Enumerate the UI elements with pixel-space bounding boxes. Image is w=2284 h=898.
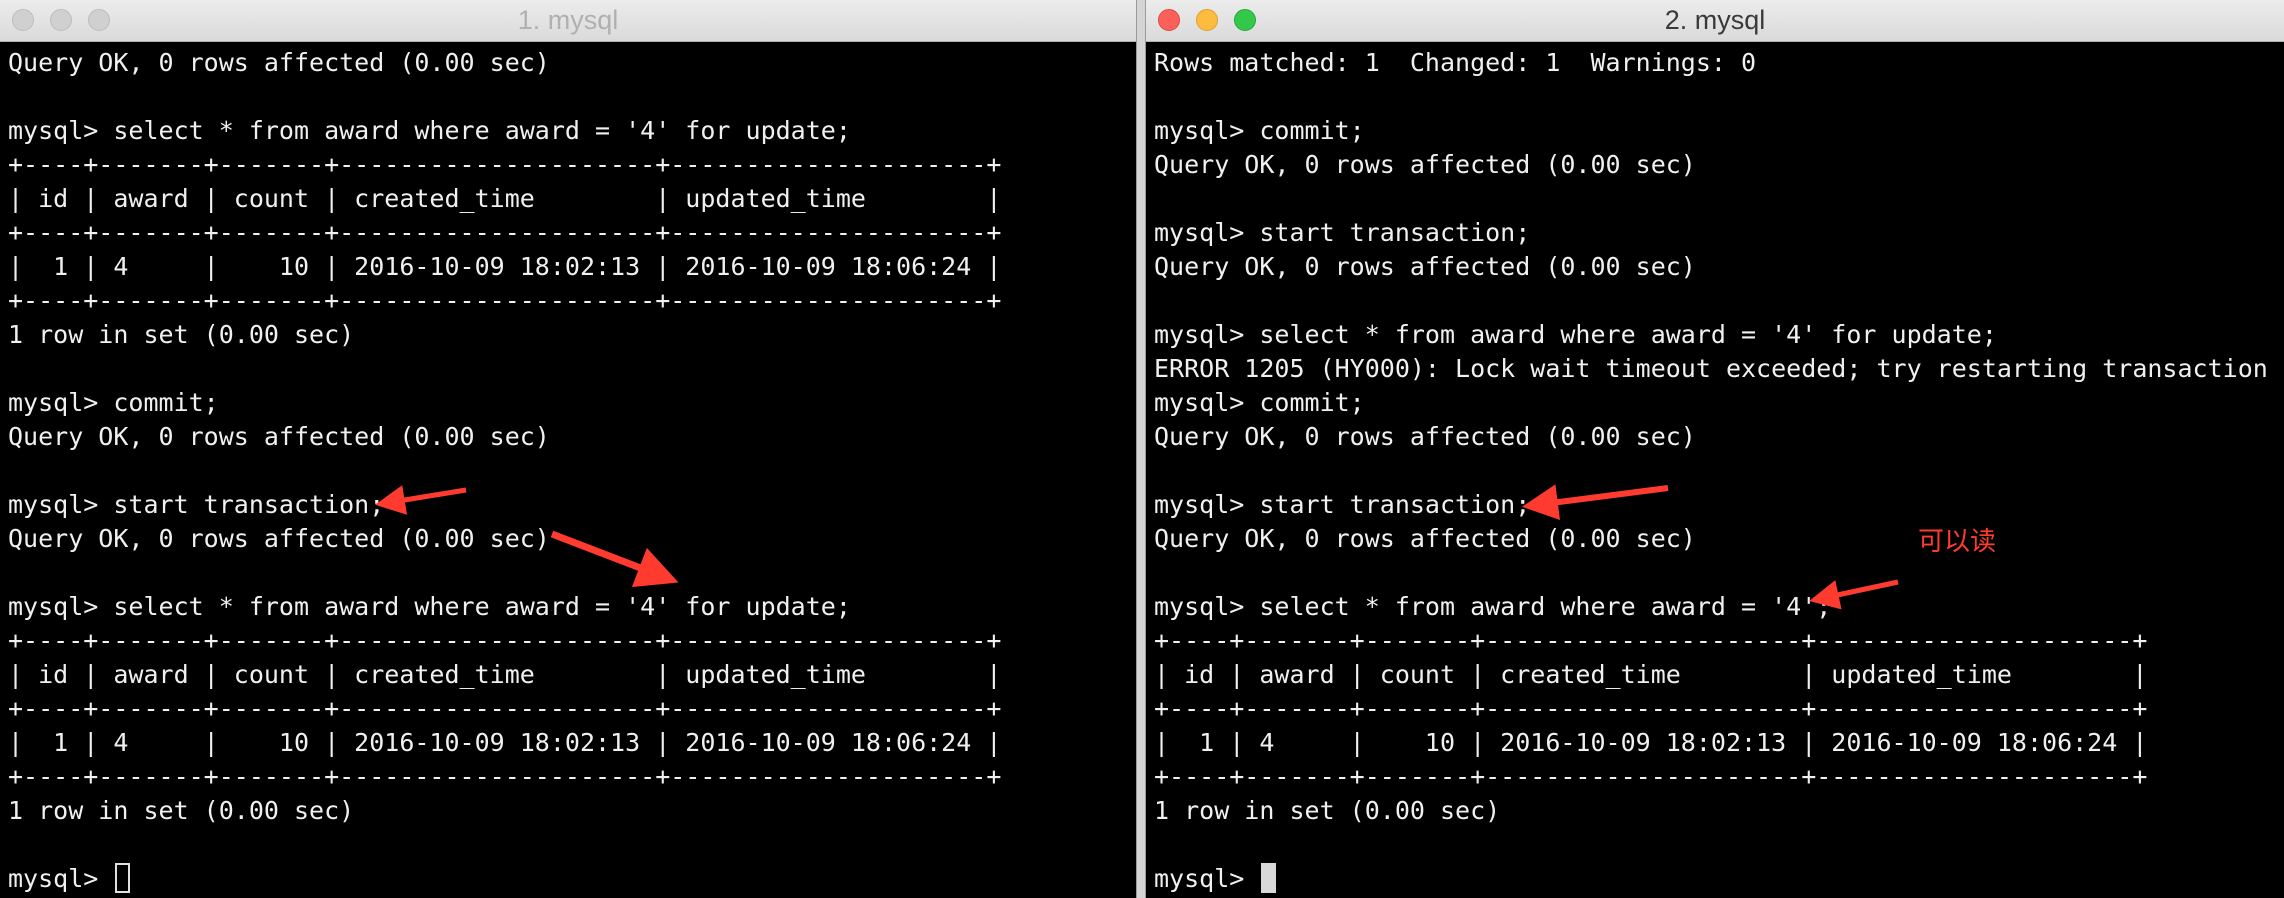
terminal-line: | 1 | 4 | 10 | 2016-10-09 18:02:13 | 201… bbox=[8, 728, 1002, 757]
terminal-line: 1 row in set (0.00 sec) bbox=[1154, 796, 1501, 825]
split-divider[interactable] bbox=[1136, 0, 1146, 898]
terminal-line: +----+-------+-------+------------------… bbox=[1154, 694, 2148, 723]
terminal-window-1[interactable]: 1. mysql Query OK, 0 rows affected (0.00… bbox=[0, 0, 1136, 898]
terminal-line: Query OK, 0 rows affected (0.00 sec) bbox=[1154, 150, 1696, 179]
terminal-line: 1 row in set (0.00 sec) bbox=[8, 320, 355, 349]
terminal-line: mysql> start transaction; bbox=[1154, 490, 1531, 519]
terminal-line: mysql> select * from award where award =… bbox=[1154, 320, 1997, 349]
title-bar[interactable]: 2. mysql bbox=[1146, 0, 2284, 42]
terminal-line: mysql> select * from award where award =… bbox=[8, 592, 851, 621]
window-title: 1. mysql bbox=[517, 5, 619, 35]
terminal-line: mysql> commit; bbox=[1154, 116, 1365, 145]
terminal-line: +----+-------+-------+------------------… bbox=[1154, 626, 2148, 655]
terminal-line: mysql> start transaction; bbox=[8, 490, 385, 519]
terminal-line: Query OK, 0 rows affected (0.00 sec) bbox=[1154, 524, 1696, 553]
terminal-line: | id | award | count | created_time | up… bbox=[8, 660, 1002, 689]
terminal-line: Rows matched: 1 Changed: 1 Warnings: 0 bbox=[1154, 48, 1757, 77]
terminal-line: Query OK, 0 rows affected (0.00 sec) bbox=[8, 524, 550, 553]
terminal-line: ERROR 1205 (HY000): Lock wait timeout ex… bbox=[1154, 354, 2268, 383]
terminal-line: | 1 | 4 | 10 | 2016-10-09 18:02:13 | 201… bbox=[8, 252, 1002, 281]
terminal-output[interactable]: Rows matched: 1 Changed: 1 Warnings: 0 my… bbox=[1154, 46, 2268, 896]
prompt-line[interactable]: mysql> bbox=[8, 862, 1001, 896]
terminal-line: mysql> commit; bbox=[1154, 388, 1365, 417]
terminal-line: Query OK, 0 rows affected (0.00 sec) bbox=[8, 48, 550, 77]
terminal-line: 1 row in set (0.00 sec) bbox=[8, 796, 355, 825]
terminal-line: +----+-------+-------+------------------… bbox=[8, 762, 1002, 791]
text-cursor bbox=[1261, 863, 1277, 893]
terminal-line: +----+-------+-------+------------------… bbox=[8, 150, 1002, 179]
terminal-line: +----+-------+-------+------------------… bbox=[8, 694, 1002, 723]
text-cursor bbox=[115, 863, 131, 893]
terminal-window-2[interactable]: 2. mysql Rows matched: 1 Changed: 1 Warn… bbox=[1146, 0, 2284, 898]
terminal-line: +----+-------+-------+------------------… bbox=[8, 218, 1002, 247]
annotation-label: 可以读 bbox=[1918, 527, 1997, 557]
terminal-output[interactable]: Query OK, 0 rows affected (0.00 sec) mysq… bbox=[8, 46, 1001, 896]
terminal-line: mysql> select * from award where award =… bbox=[1154, 592, 1832, 621]
terminal-line: mysql> select * from award where award =… bbox=[8, 116, 851, 145]
terminal-line: Query OK, 0 rows affected (0.00 sec) bbox=[1154, 252, 1696, 281]
terminal-line: | id | award | count | created_time | up… bbox=[1154, 660, 2148, 689]
prompt-line[interactable]: mysql> bbox=[1154, 862, 2268, 896]
terminal-line: Query OK, 0 rows affected (0.00 sec) bbox=[8, 422, 550, 451]
title-bar[interactable]: 1. mysql bbox=[0, 0, 1136, 42]
terminal-line: Query OK, 0 rows affected (0.00 sec) bbox=[1154, 422, 1696, 451]
terminal-line: +----+-------+-------+------------------… bbox=[8, 286, 1002, 315]
terminal-line: | 1 | 4 | 10 | 2016-10-09 18:02:13 | 201… bbox=[1154, 728, 2148, 757]
terminal-line: mysql> start transaction; bbox=[1154, 218, 1531, 247]
terminal-line: mysql> commit; bbox=[8, 388, 219, 417]
terminal-line: +----+-------+-------+------------------… bbox=[1154, 762, 2148, 791]
prompt-text: mysql> bbox=[1154, 864, 1260, 893]
terminal-line: | id | award | count | created_time | up… bbox=[8, 184, 1002, 213]
prompt-text: mysql> bbox=[8, 864, 114, 893]
terminal-line: +----+-------+-------+------------------… bbox=[8, 626, 1002, 655]
window-title: 2. mysql bbox=[1664, 5, 1766, 35]
